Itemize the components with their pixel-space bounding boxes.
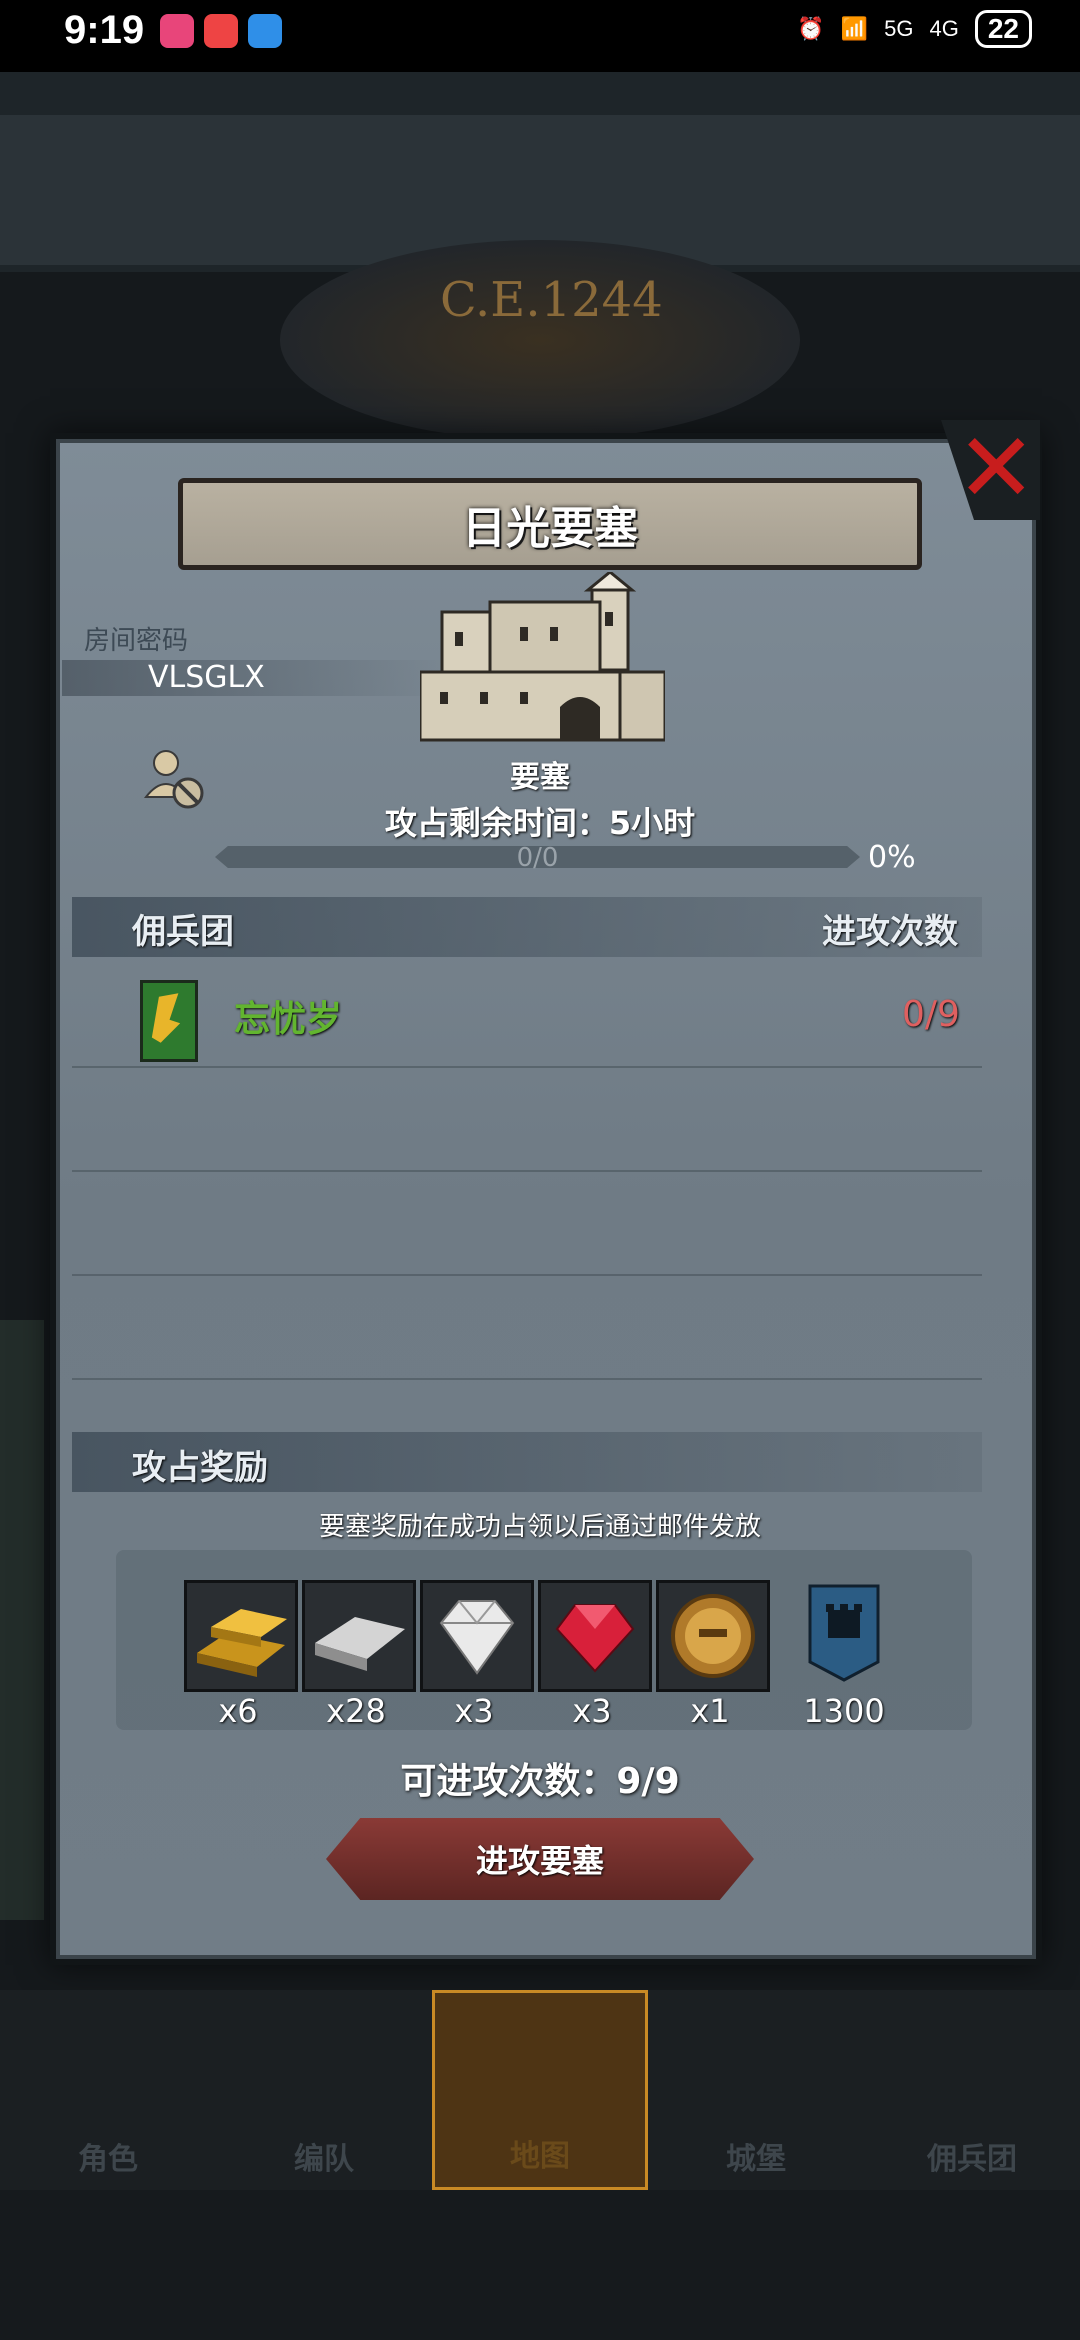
reward-note: 要塞奖励在成功占领以后通过邮件发放 <box>318 1512 761 1542</box>
castle-banner-icon <box>808 1584 880 1682</box>
signal-4g: 4G <box>929 16 959 41</box>
fortress-type-label: 要塞 <box>510 760 570 795</box>
iron-bar-icon <box>315 1617 405 1671</box>
row-divider <box>72 1274 982 1276</box>
bottom-background <box>0 2190 1080 2340</box>
mercenary-header: 佣兵团 <box>132 912 234 952</box>
reward-count: x6 <box>218 1692 258 1730</box>
row-divider <box>72 1066 982 1068</box>
room-code-value: VLSGLX <box>148 660 265 695</box>
reward-slot[interactable] <box>184 1580 298 1692</box>
reward-count: x28 <box>326 1692 386 1730</box>
weather-icon <box>248 14 282 48</box>
row-divider <box>72 1170 982 1172</box>
status-bar: 9:19 ⏰ 📶 5G 4G 22 <box>0 0 1080 72</box>
progress-text: 0/0 <box>516 843 559 873</box>
attack-count-header: 进攻次数 <box>822 912 958 952</box>
tab-label: 城堡 <box>726 2142 786 2177</box>
reward-header: 攻占奖励 <box>132 1448 268 1488</box>
attacks-available: 可进攻次数：9/9 <box>400 1761 680 1802</box>
reward-count: x1 <box>690 1692 730 1730</box>
notification-icons <box>160 14 282 48</box>
reward-slot[interactable] <box>656 1580 770 1692</box>
tab-label: 角色 <box>78 2142 138 2177</box>
dialog-title: 日光要塞 <box>178 478 922 570</box>
helmet-medal-icon <box>671 1594 755 1678</box>
reward-slot[interactable] <box>538 1580 652 1692</box>
tab-formation[interactable]: 编队 <box>216 1990 432 2190</box>
tab-label: 编队 <box>294 2142 354 2177</box>
tab-character[interactable]: 角色 <box>0 1990 216 2190</box>
room-code-label: 房间密码 <box>84 626 189 656</box>
battery-indicator: 22 <box>974 10 1032 48</box>
book-app-icon <box>204 14 238 48</box>
time-remaining: 攻占剩余时间：5小时 <box>384 804 696 842</box>
diamond-icon <box>439 1600 515 1675</box>
close-icon[interactable]: ✕ <box>956 420 1036 516</box>
progress-percent: 0% <box>868 840 916 875</box>
reward-slot[interactable] <box>420 1580 534 1692</box>
tab-map[interactable]: 地图 <box>432 1990 648 2190</box>
row-divider <box>72 1378 982 1380</box>
attack-fortress-button[interactable]: 进攻要塞 <box>326 1818 754 1900</box>
bilibili-icon <box>160 14 194 48</box>
reward-count: x3 <box>454 1692 494 1730</box>
tab-mercenary[interactable]: 佣兵团 <box>864 1990 1080 2190</box>
alarm-icon: ⏰ <box>797 16 825 41</box>
guild-emblem-icon <box>151 993 181 1043</box>
gold-bar-icon <box>197 1609 287 1677</box>
guild-attack-count: 0/9 <box>902 994 960 1035</box>
era-text: C.E.1244 <box>440 272 663 328</box>
guild-banner-icon <box>140 980 198 1062</box>
fortress-icon <box>420 572 665 742</box>
tab-label: 佣兵团 <box>927 2142 1017 2177</box>
signal-5g: 5G <box>884 16 914 41</box>
clock: 9:19 <box>64 8 145 52</box>
reward-slot[interactable] <box>790 1580 898 1686</box>
wifi-icon: 📶 <box>840 16 869 41</box>
ruby-icon <box>555 1604 635 1673</box>
reward-slot[interactable] <box>302 1580 416 1692</box>
era-dial <box>280 240 800 440</box>
tab-label: 地图 <box>510 2139 570 2174</box>
tab-castle[interactable]: 城堡 <box>648 1990 864 2190</box>
reward-count: x3 <box>572 1692 612 1730</box>
background-side-strip <box>0 1320 44 1920</box>
guild-name[interactable]: 忘忧岁 <box>234 990 342 1042</box>
reward-count: 1300 <box>803 1692 885 1730</box>
